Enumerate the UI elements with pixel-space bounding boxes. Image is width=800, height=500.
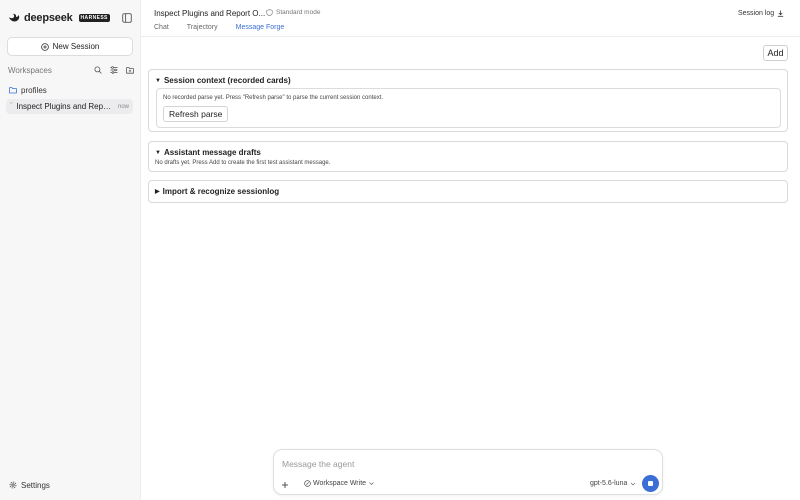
workspace-folder-profiles[interactable]: profiles	[9, 85, 47, 95]
session-title: Inspect Plugins and Report Output	[16, 102, 114, 111]
gear-icon	[9, 481, 17, 489]
workspaces-label: Workspaces	[8, 65, 52, 75]
download-icon	[778, 10, 784, 17]
recorded-cards-box: No recorded parse yet. Press "Refresh pa…	[156, 88, 781, 128]
session-indicator-icon: ˝	[10, 103, 13, 110]
folder-icon	[9, 87, 17, 94]
settings-button[interactable]: Settings	[9, 480, 50, 490]
assistant-drafts-note: No drafts yet. Press Add to create the f…	[155, 160, 331, 166]
filter-icon[interactable]	[110, 66, 118, 74]
new-session-label: New Session	[52, 42, 100, 51]
session-context-summary[interactable]: ▼ Session context (recorded cards)	[155, 76, 291, 85]
model-label: gpt-5.6-luna	[590, 480, 628, 487]
workspace-mode-label: Workspace Write	[313, 480, 367, 487]
caret-down-icon: ▼	[155, 149, 161, 156]
tab-divider	[141, 36, 800, 37]
sidebar-toggle-icon[interactable]	[122, 13, 132, 23]
stop-icon	[648, 481, 653, 486]
session-context-title: Session context (recorded cards)	[163, 76, 291, 85]
session-context-panel: ▼ Session context (recorded cards) No re…	[148, 69, 788, 132]
attach-plus-icon[interactable]	[281, 481, 289, 489]
message-input[interactable]	[282, 458, 652, 470]
import-sessionlog-summary[interactable]: ▶ Import & recognize sessionlog	[155, 187, 279, 196]
session-item[interactable]: ˝ Inspect Plugins and Report Output now	[6, 99, 133, 114]
assistant-drafts-title: Assistant message drafts	[163, 148, 261, 157]
stop-button[interactable]	[642, 475, 659, 492]
tab-trajectory[interactable]: Trajectory	[187, 21, 218, 37]
settings-label: Settings	[21, 480, 50, 490]
sidebar: deepseek HARNESS New Session Workspaces …	[0, 0, 141, 500]
workspace-mode-select[interactable]: Workspace Write	[304, 480, 375, 487]
mode-indicator[interactable]: Standard mode	[266, 9, 320, 16]
message-composer: Workspace Write gpt-5.6-luna	[273, 449, 663, 495]
workspaces-header: Workspaces	[8, 65, 134, 75]
chevron-down-icon	[631, 482, 636, 485]
mode-label: Standard mode	[276, 9, 321, 16]
view-tabs: Chat Trajectory Message Forge	[154, 21, 302, 37]
assistant-drafts-panel: ▼ Assistant message drafts No drafts yet…	[148, 141, 788, 172]
session-time: now	[117, 103, 129, 110]
chevron-down-icon	[369, 482, 374, 485]
new-session-button[interactable]: New Session	[7, 37, 133, 56]
refresh-parse-button[interactable]: Refresh parse	[163, 106, 229, 122]
brand-logo[interactable]: deepseek HARNESS	[8, 11, 110, 25]
session-header-title: Inspect Plugins and Report O...	[154, 9, 266, 18]
add-button[interactable]: Add	[763, 45, 788, 61]
shield-icon	[266, 9, 273, 16]
caret-down-icon: ▼	[155, 77, 161, 84]
brand-badge: HARNESS	[78, 14, 110, 22]
tab-message-forge[interactable]: Message Forge	[235, 21, 285, 37]
recorded-cards-note: No recorded parse yet. Press "Refresh pa…	[163, 95, 384, 101]
workspace-write-icon	[304, 480, 311, 487]
model-select[interactable]: gpt-5.6-luna	[590, 480, 636, 487]
session-log-button[interactable]: Session log	[734, 7, 788, 20]
search-icon[interactable]	[94, 66, 102, 74]
whale-logo-icon	[9, 13, 20, 22]
folder-label: profiles	[21, 85, 47, 95]
session-log-label: Session log	[738, 10, 775, 17]
import-sessionlog-title: Import & recognize sessionlog	[162, 187, 280, 196]
import-sessionlog-panel: ▶ Import & recognize sessionlog	[148, 180, 788, 203]
caret-right-icon: ▶	[155, 189, 160, 195]
tab-chat[interactable]: Chat	[154, 21, 169, 37]
plus-circle-icon	[40, 42, 49, 51]
new-folder-icon[interactable]	[126, 66, 134, 74]
brand-name: deepseek	[24, 12, 73, 24]
assistant-drafts-summary[interactable]: ▼ Assistant message drafts	[155, 148, 261, 157]
